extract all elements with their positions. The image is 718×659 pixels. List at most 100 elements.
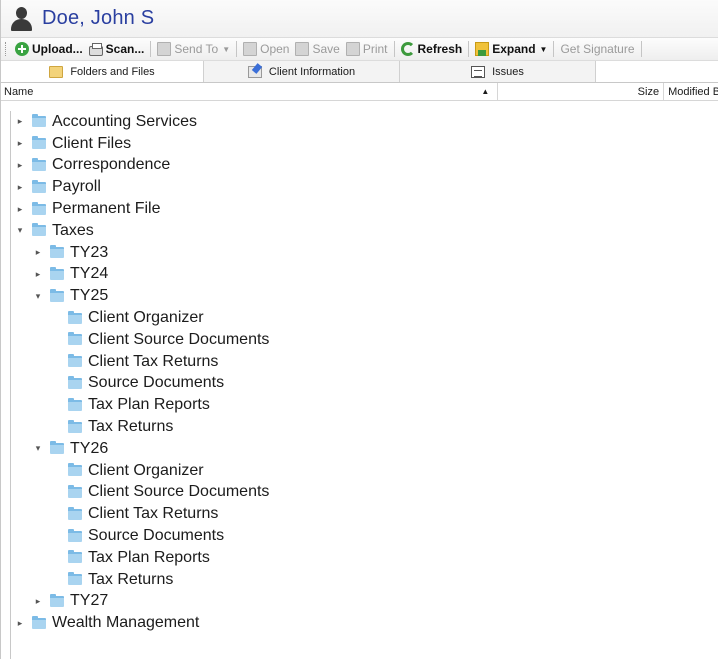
tree-node-ty25-tax-plan-reports[interactable]: Tax Plan Reports <box>11 394 718 416</box>
folder-icon <box>68 572 82 586</box>
expand-arrow-icon[interactable]: ▸ <box>13 616 27 630</box>
tree-node-label: Client Organizer <box>88 309 204 327</box>
tree-node-label: Payroll <box>52 178 101 196</box>
sort-ascending-icon: ▲ <box>481 87 490 96</box>
tree-node-label: TY25 <box>70 287 109 305</box>
tab-issues[interactable]: Issues <box>400 61 596 82</box>
tree-node-label: Client Organizer <box>88 461 204 479</box>
folder-icon <box>68 397 82 411</box>
tree-node-label: Tax Plan Reports <box>88 548 210 566</box>
tree-node-label: Client Files <box>52 134 132 152</box>
tree-node-ty26-client-tax-returns[interactable]: Client Tax Returns <box>11 503 718 525</box>
expand-arrow-icon[interactable]: ▸ <box>13 115 27 129</box>
tree-node-label: TY26 <box>70 439 109 457</box>
expand-arrow-icon[interactable]: ▸ <box>31 246 45 260</box>
tree-node-accounting-services[interactable]: ▸ Accounting Services <box>11 111 718 133</box>
save-label: Save <box>312 42 340 56</box>
tree-node-ty25-source-documents[interactable]: Source Documents <box>11 373 718 395</box>
toolbar-separator <box>553 41 555 57</box>
client-name-title: Doe, John S <box>42 7 155 29</box>
folder-icon <box>49 65 64 78</box>
refresh-button[interactable]: Refresh <box>398 39 466 59</box>
tab-label: Folders and Files <box>70 65 155 78</box>
get-signature-button[interactable]: Get Signature <box>557 39 637 59</box>
send-to-button[interactable]: Send To ▼ <box>154 39 233 59</box>
folder-icon <box>32 114 46 128</box>
tree-node-ty27[interactable]: ▸ TY27 <box>11 591 718 613</box>
expand-arrow-icon[interactable]: ▸ <box>13 137 27 151</box>
expand-arrow-icon[interactable]: ▸ <box>13 202 27 216</box>
print-button[interactable]: Print <box>343 39 391 59</box>
upload-button[interactable]: Upload... <box>12 39 86 59</box>
column-header-name[interactable]: Name ▲ <box>1 83 499 100</box>
printer-icon <box>345 42 360 56</box>
tree-node-correspondence[interactable]: ▸ Correspondence <box>11 155 718 177</box>
tree-node-label: Tax Returns <box>88 570 174 588</box>
tree-node-taxes[interactable]: ▾ Taxes <box>11 220 718 242</box>
tree-node-client-files[interactable]: ▸ Client Files <box>11 133 718 155</box>
tree-node-ty25[interactable]: ▾ TY25 <box>11 285 718 307</box>
tree-node-ty26-client-organizer[interactable]: Client Organizer <box>11 460 718 482</box>
collapse-arrow-icon[interactable]: ▾ <box>31 442 45 456</box>
tree-node-ty26-source-documents[interactable]: Source Documents <box>11 525 718 547</box>
tree-node-label: TY27 <box>70 592 109 610</box>
folder-icon <box>32 615 46 629</box>
tree-node-label: Client Tax Returns <box>88 352 219 370</box>
tab-client-information[interactable]: Client Information <box>204 61 400 82</box>
upload-label: Upload... <box>32 42 83 56</box>
expand-button[interactable]: Expand ▼ <box>472 39 550 59</box>
tree-node-ty26-tax-returns[interactable]: Tax Returns <box>11 569 718 591</box>
tab-folders-and-files[interactable]: Folders and Files <box>1 61 204 82</box>
save-button[interactable]: Save <box>292 39 342 59</box>
open-label: Open <box>260 42 290 56</box>
open-button[interactable]: Open <box>240 39 292 59</box>
folder-icon <box>68 419 82 433</box>
expand-arrow-icon[interactable]: ▸ <box>31 594 45 608</box>
expand-icon <box>475 42 490 56</box>
tree-node-ty24[interactable]: ▸ TY24 <box>11 264 718 286</box>
tree-node-label: Permanent File <box>52 200 161 218</box>
scan-button[interactable]: Scan... <box>86 39 148 59</box>
collapse-arrow-icon[interactable]: ▾ <box>31 289 45 303</box>
toolbar-grip[interactable] <box>5 42 8 56</box>
column-name-label: Name <box>4 85 34 98</box>
tree-node-permanent-file[interactable]: ▸ Permanent File <box>11 198 718 220</box>
add-icon <box>15 42 29 56</box>
toolbar: Upload... Scan... Send To ▼ Open Save Pri… <box>1 37 718 61</box>
tree-node-ty26-tax-plan-reports[interactable]: Tax Plan Reports <box>11 547 718 569</box>
print-label: Print <box>362 42 388 56</box>
toolbar-separator <box>393 41 395 57</box>
toolbar-separator <box>468 41 470 57</box>
tree-node-payroll[interactable]: ▸ Payroll <box>11 176 718 198</box>
folder-icon <box>68 550 82 564</box>
column-header-modified-by[interactable]: Modified B <box>664 83 718 100</box>
folder-icon <box>68 375 82 389</box>
tree-node-ty25-tax-returns[interactable]: Tax Returns <box>11 416 718 438</box>
tree-node-ty25-client-organizer[interactable]: Client Organizer <box>11 307 718 329</box>
tree-node-label: Accounting Services <box>52 112 197 130</box>
folder-icon <box>68 484 82 498</box>
expand-arrow-icon[interactable]: ▸ <box>31 267 45 281</box>
tree-node-wealth-management[interactable]: ▸ Wealth Management <box>11 612 718 634</box>
tree-node-ty25-client-source-documents[interactable]: Client Source Documents <box>11 329 718 351</box>
folder-tree: ▸ Accounting Services ▸ Client Files ▸ Corr… <box>10 111 718 659</box>
tree-node-ty25-client-tax-returns[interactable]: Client Tax Returns <box>11 351 718 373</box>
save-icon <box>295 42 310 56</box>
tree-node-label: Correspondence <box>52 156 171 174</box>
tree-node-ty26[interactable]: ▾ TY26 <box>11 438 718 460</box>
tree-node-label: Tax Plan Reports <box>88 396 210 414</box>
column-size-label: Size <box>637 85 660 98</box>
expand-arrow-icon[interactable]: ▸ <box>13 158 27 172</box>
tree-node-label: Source Documents <box>88 527 225 545</box>
tree-node-ty23[interactable]: ▸ TY23 <box>11 242 718 264</box>
title-bar: Doe, John S <box>1 0 718 37</box>
tree-node-ty26-client-source-documents[interactable]: Client Source Documents <box>11 482 718 504</box>
tree-node-label: Source Documents <box>88 374 225 392</box>
expand-arrow-icon[interactable]: ▸ <box>13 180 27 194</box>
collapse-arrow-icon[interactable]: ▾ <box>13 224 27 238</box>
column-header-size[interactable]: Size <box>498 83 665 100</box>
client-info-icon <box>247 65 262 78</box>
open-folder-icon <box>243 42 258 56</box>
issues-icon <box>471 65 486 78</box>
toolbar-separator <box>640 41 642 57</box>
